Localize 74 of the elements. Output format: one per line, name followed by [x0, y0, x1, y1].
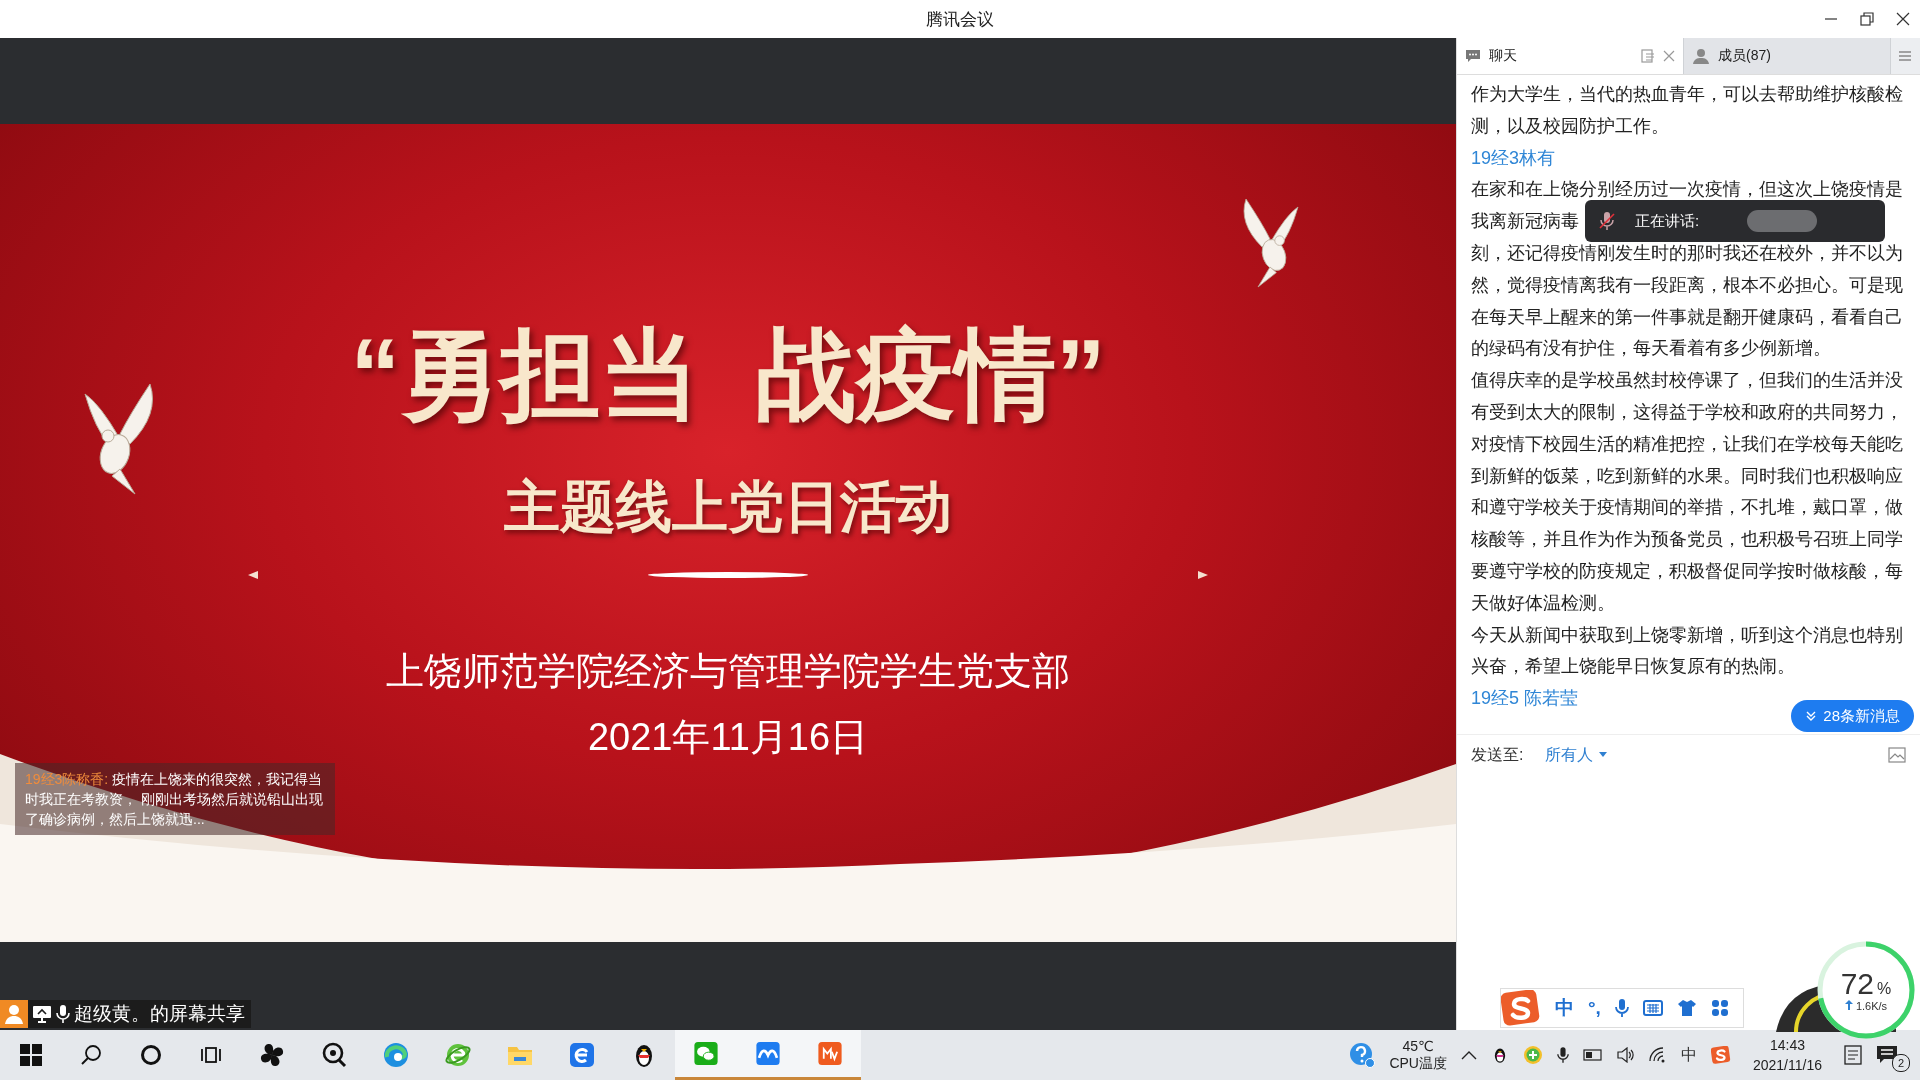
- muted-microphone-icon: [1599, 211, 1615, 231]
- caret-icon: [1599, 752, 1608, 758]
- sender-name: 19经5 陈若莹: [1471, 687, 1579, 711]
- blurred-name-block: [1747, 210, 1818, 232]
- chevron-up-icon[interactable]: [1460, 1050, 1477, 1060]
- memory-percent: 72: [1840, 968, 1875, 1000]
- cpu-temperature: 45℃: [1402, 1038, 1434, 1055]
- message-text: 今天从新闻中获取到上饶零新增，听到这个消息也特别: [1471, 623, 1903, 647]
- punctuation-toggle[interactable]: °,: [1588, 997, 1601, 1019]
- percent-sign: %: [1877, 980, 1892, 998]
- plus-circle-icon[interactable]: [1522, 1045, 1543, 1065]
- speaker-icon[interactable]: [1616, 1047, 1635, 1063]
- slide-subtitle: 主题线上党日活动: [504, 474, 952, 540]
- clock[interactable]: 14:43 2021/11/16: [1744, 1035, 1830, 1075]
- message-text: 刻，还记得疫情刚发生时的那时我还在校外，并不以为: [1471, 242, 1903, 265]
- cpu-temperature-label: CPU温度: [1389, 1055, 1447, 1072]
- close-icon[interactable]: [1896, 12, 1910, 26]
- new-messages-button[interactable]: 28条新消息: [1791, 700, 1914, 732]
- search-icon[interactable]: [80, 1044, 102, 1066]
- message-text: 和遵守学校关于疫情期间的举措，不扎堆，戴口罩，做: [1471, 496, 1903, 520]
- microphone-icon: [56, 1004, 70, 1024]
- message-text: 天做好体温检测。: [1471, 591, 1615, 615]
- person-icon: [1692, 48, 1710, 64]
- grid-icon[interactable]: [1710, 999, 1729, 1017]
- image-icon[interactable]: [1888, 747, 1906, 763]
- speaking-label: 正在讲话:: [1635, 211, 1700, 231]
- notification-count-badge: 2: [1892, 1054, 1910, 1072]
- slide-title: “勇担当 战疫情”: [350, 317, 1106, 432]
- slide-organization: 上饶师范学院经济与管理学院学生党支部: [386, 649, 1070, 694]
- message-text: 对疫情下校园生活的精准把控，让我们在学校每天能吃: [1471, 432, 1903, 456]
- sender-name: 19经3林有: [1471, 146, 1556, 170]
- message-text: 作为大学生，当代的热血青年，可以去帮助维护核酸检: [1471, 83, 1903, 106]
- window-title: 腾讯会议: [926, 8, 994, 31]
- sogou-logo-icon[interactable]: [1501, 990, 1541, 1026]
- chat-bubble-icon: [1465, 49, 1481, 63]
- restore-icon[interactable]: [1860, 12, 1874, 26]
- message-text: 到新鲜的饭菜，吃到新鲜的水果。同时我们也积极响应: [1471, 464, 1903, 488]
- battery-icon[interactable]: [1582, 1049, 1603, 1061]
- recipient-dropdown[interactable]: 所有人: [1545, 744, 1608, 766]
- chevron-down-icon: [1805, 711, 1818, 721]
- task-view-icon[interactable]: [200, 1044, 222, 1066]
- shirt-icon[interactable]: [1676, 999, 1697, 1017]
- screen-share-icon: [32, 1005, 52, 1023]
- microphone-icon[interactable]: [1556, 1045, 1569, 1065]
- chat-tab[interactable]: 成员(87): [1684, 38, 1891, 74]
- circle-icon[interactable]: [140, 1044, 162, 1066]
- message-text: 值得庆幸的是学校虽然封校停课了，但我们的生活并没: [1471, 369, 1903, 393]
- message-text: 有受到太大的限制，这得益于学校和政府的共同努力，: [1471, 400, 1903, 424]
- message-text: 兴奋，希望上饶能早日恢复原有的热闹。: [1471, 655, 1795, 679]
- message-text: 核酸等，并且作为作为预备党员，也积极号召班上同学: [1471, 528, 1903, 552]
- network-speed: 1.6K/s: [1855, 1000, 1888, 1012]
- message-text: 然，觉得疫情离我有一段距离，根本不必担心。可是现: [1471, 273, 1903, 297]
- message-text: 要遵守学校的防疫规定，积极督促同学按时做核酸，每: [1471, 559, 1903, 583]
- slide-date: 2021年11月16日: [587, 715, 869, 760]
- screen-share-label: 超级黄。的屏幕共享: [74, 1002, 245, 1026]
- upload-arrow-icon: [1844, 1000, 1853, 1010]
- wifi-icon[interactable]: [1648, 1047, 1667, 1063]
- message-text: 我离新冠病毒: [1471, 210, 1579, 234]
- progress-ring-icon: [1816, 940, 1916, 1040]
- message-text: 的绿码有没有护住，每天看着有多少例新增。: [1471, 337, 1831, 361]
- keyboard-icon[interactable]: [1642, 1000, 1663, 1016]
- sogou-logo-icon[interactable]: [1710, 1046, 1731, 1064]
- message-text: 测，以及校园防护工作。: [1471, 114, 1669, 138]
- message-text: 在家和在上饶分别经历过一次疫情，但这次上饶疫情是: [1471, 178, 1903, 202]
- windows-logo-icon[interactable]: [20, 1044, 42, 1066]
- person-icon: [0, 1000, 28, 1028]
- ime-mode-toggle[interactable]: 中: [1555, 995, 1574, 1021]
- notification-icon[interactable]: [1876, 1045, 1898, 1065]
- send-to-label: 发送至:: [1471, 744, 1524, 765]
- tv-icon[interactable]: [799, 1030, 861, 1080]
- notes-icon[interactable]: [1844, 1045, 1862, 1065]
- help-icon[interactable]: [1349, 1042, 1376, 1068]
- message-text: 在每天早上醒来的第一件事就是翻开健康码，看看自己: [1471, 305, 1903, 329]
- input-method-indicator[interactable]: 中: [1680, 1044, 1697, 1066]
